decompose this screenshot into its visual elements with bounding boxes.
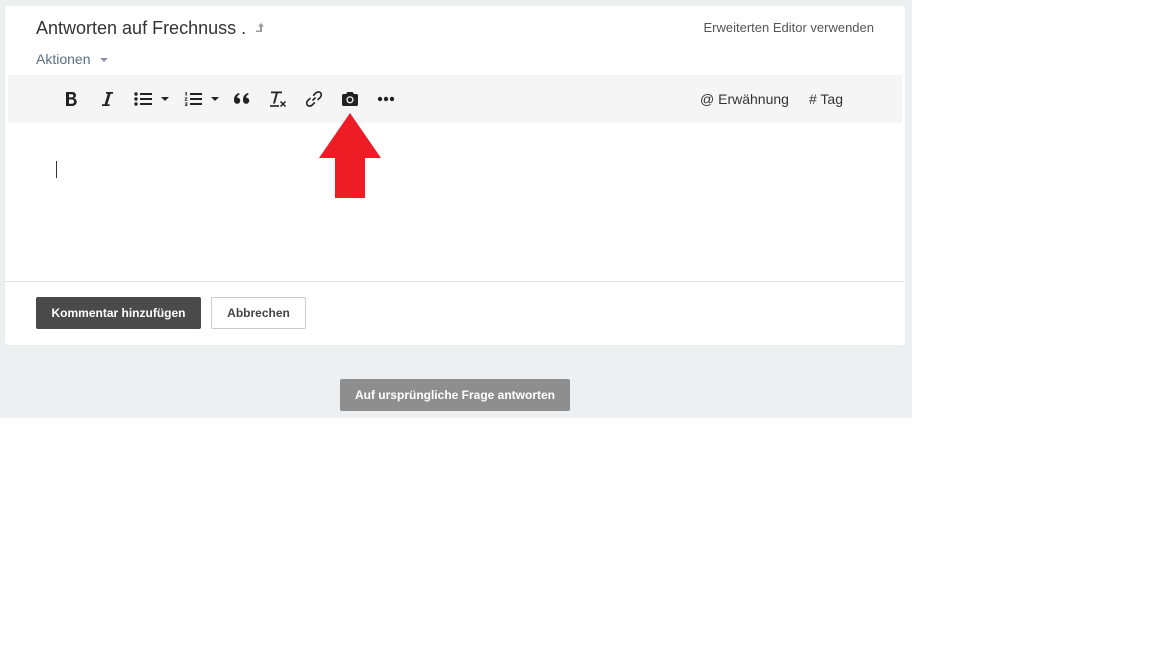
bold-button[interactable] xyxy=(59,87,83,111)
reply-title-text: Antworten auf Frechnuss . xyxy=(36,18,247,38)
italic-icon xyxy=(102,92,113,106)
numbered-list-button[interactable] xyxy=(181,87,205,111)
reply-original-button[interactable]: Auf ursprüngliche Frage antworten xyxy=(340,379,570,411)
numbered-list-options-icon[interactable] xyxy=(211,97,219,101)
camera-icon xyxy=(342,92,358,106)
clear-format-button[interactable] xyxy=(266,87,290,111)
reply-title: Antworten auf Frechnuss . xyxy=(36,18,265,39)
mention-button[interactable]: @ Erwähnung xyxy=(700,91,789,107)
actions-dropdown[interactable]: Aktionen xyxy=(36,51,109,67)
actions-label: Aktionen xyxy=(36,51,91,67)
chevron-down-icon xyxy=(100,58,109,63)
more-icon xyxy=(377,96,395,102)
quote-button[interactable] xyxy=(230,87,254,111)
link-icon xyxy=(305,91,323,107)
annotation-arrow-icon xyxy=(319,113,381,198)
more-button[interactable] xyxy=(374,87,398,111)
advanced-editor-link[interactable]: Erweiterten Editor verwenden xyxy=(703,20,874,35)
cancel-button[interactable]: Abbrechen xyxy=(211,297,306,329)
editor-toolbar: @ Erwähnung # Tag xyxy=(8,75,902,123)
bullet-list-icon xyxy=(134,92,152,106)
numbered-list-icon xyxy=(184,92,202,106)
text-cursor xyxy=(56,161,57,178)
quote-icon xyxy=(234,93,250,104)
tag-button[interactable]: # Tag xyxy=(809,91,843,107)
comment-editor[interactable] xyxy=(5,123,905,282)
link-button[interactable] xyxy=(302,87,326,111)
insert-image-button[interactable] xyxy=(338,87,362,111)
add-comment-button[interactable]: Kommentar hinzufügen xyxy=(36,297,201,329)
reply-arrow-icon xyxy=(255,17,265,38)
italic-button[interactable] xyxy=(95,87,119,111)
reply-card: Antworten auf Frechnuss . Erweiterten Ed… xyxy=(5,6,905,345)
bullet-list-button[interactable] xyxy=(131,87,155,111)
bullet-list-options-icon[interactable] xyxy=(161,97,169,101)
bold-icon xyxy=(66,92,77,106)
clear-format-icon xyxy=(270,91,287,108)
